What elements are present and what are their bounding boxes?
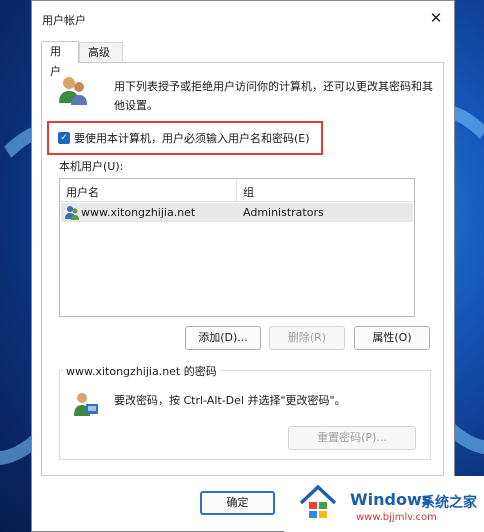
users-list[interactable]: 用户名 组 www.xitongzhijia.net Administrator… — [59, 178, 415, 317]
tab-users[interactable]: 用户 — [41, 41, 79, 78]
row-group: Administrators — [243, 206, 324, 219]
user-accounts-dialog: 用户帐户 ✕ 用户 高级 用下列表授予或拒绝用户访问你的计算机，还可以更改其密码… — [31, 0, 455, 532]
watermark-brand-cn: 系统之家 — [421, 495, 477, 511]
users-icon — [59, 77, 87, 105]
user-row-icon — [65, 206, 79, 220]
row-username: www.xitongzhijia.net — [81, 206, 196, 219]
description-text: 用下列表授予或拒绝用户访问你的计算机，还可以更改其密码和其他设置。 — [114, 80, 433, 112]
column-header-group[interactable]: 组 — [243, 184, 254, 200]
windows-logo-icon — [299, 484, 337, 518]
column-divider[interactable] — [236, 179, 237, 201]
table-row[interactable]: www.xitongzhijia.net Administrators — [61, 203, 413, 222]
properties-button[interactable]: 属性(O) — [354, 326, 430, 350]
remove-button[interactable]: 删除(R) — [269, 326, 345, 350]
dialog-title: 用户帐户 — [42, 14, 86, 27]
watermark-url: www.bjjmlv.com — [356, 512, 437, 523]
require-login-checkbox[interactable]: ✓ — [58, 132, 70, 144]
reset-password-button[interactable]: 重置密码(P)... — [288, 426, 416, 450]
require-login-label[interactable]: 要使用本计算机，用户必须输入用户名和密码(E) — [74, 130, 310, 146]
watermark-brand: Windows — [350, 490, 432, 509]
password-users-icon — [74, 393, 98, 416]
close-icon[interactable]: ✕ — [426, 8, 446, 28]
list-header: 用户名 组 — [60, 179, 414, 202]
add-button[interactable]: 添加(D)... — [185, 326, 261, 350]
password-instruction: 要改密码，按 Ctrl-Alt-Del 并选择"更改密码"。 — [114, 394, 346, 407]
tab-advanced[interactable]: 高级 — [79, 42, 123, 63]
password-group-title: www.xitongzhijia.net 的密码 — [63, 363, 220, 379]
title-bar: 用户帐户 ✕ — [32, 1, 454, 35]
ok-button[interactable]: 确定 — [200, 491, 275, 515]
local-users-label: 本机用户(U): — [59, 160, 124, 173]
column-header-username[interactable]: 用户名 — [66, 184, 99, 200]
